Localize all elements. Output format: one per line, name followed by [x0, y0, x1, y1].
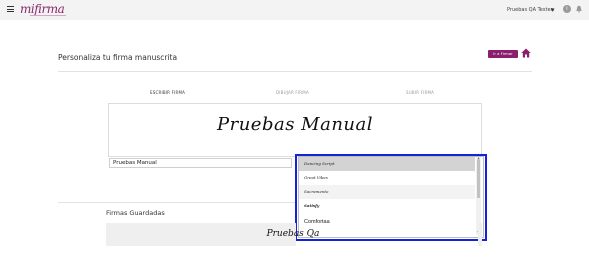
user-name[interactable]: Pruebas QA Tester — [507, 7, 553, 13]
font-option[interactable]: Comfortaa — [299, 215, 475, 229]
tab-dibujar-firma[interactable]: DIBUJAR FIRMA — [276, 90, 309, 95]
font-option[interactable]: Great Vibes — [299, 171, 475, 185]
signature-preview-text: Pruebas Manual — [216, 114, 373, 135]
logo-underline — [30, 15, 66, 16]
ir-a-firmar-button[interactable]: Ir a Firmar — [488, 50, 518, 58]
top-bar — [0, 0, 589, 20]
divider — [58, 71, 532, 72]
info-icon[interactable]: i — [563, 5, 571, 13]
font-option[interactable]: Satisfy — [299, 199, 475, 213]
menu-icon[interactable] — [7, 6, 14, 13]
scroll-up-icon[interactable]: ▲ — [476, 157, 481, 160]
font-option[interactable]: Dancing Script — [299, 157, 475, 171]
home-icon[interactable] — [521, 48, 531, 58]
chevron-down-icon[interactable]: ▾ — [551, 6, 555, 14]
tab-escribir-firma[interactable]: ESCRIBIR FIRMA — [150, 90, 185, 95]
saved-signatures-title: Firmas Guardadas — [106, 209, 165, 217]
saved-signature-text: Pruebas Qa — [266, 229, 320, 239]
divider — [58, 202, 295, 203]
font-option[interactable]: Sacramento — [299, 185, 475, 199]
tab-subir-firma[interactable]: SUBIR FIRMA — [406, 90, 434, 95]
bell-icon[interactable] — [575, 5, 583, 13]
signature-name-input[interactable]: Pruebas Manual — [109, 158, 292, 168]
scrollbar-thumb[interactable] — [477, 160, 480, 198]
logo[interactable]: mifirma — [20, 2, 65, 16]
page-title: Personaliza tu firma manuscrita — [58, 53, 178, 62]
